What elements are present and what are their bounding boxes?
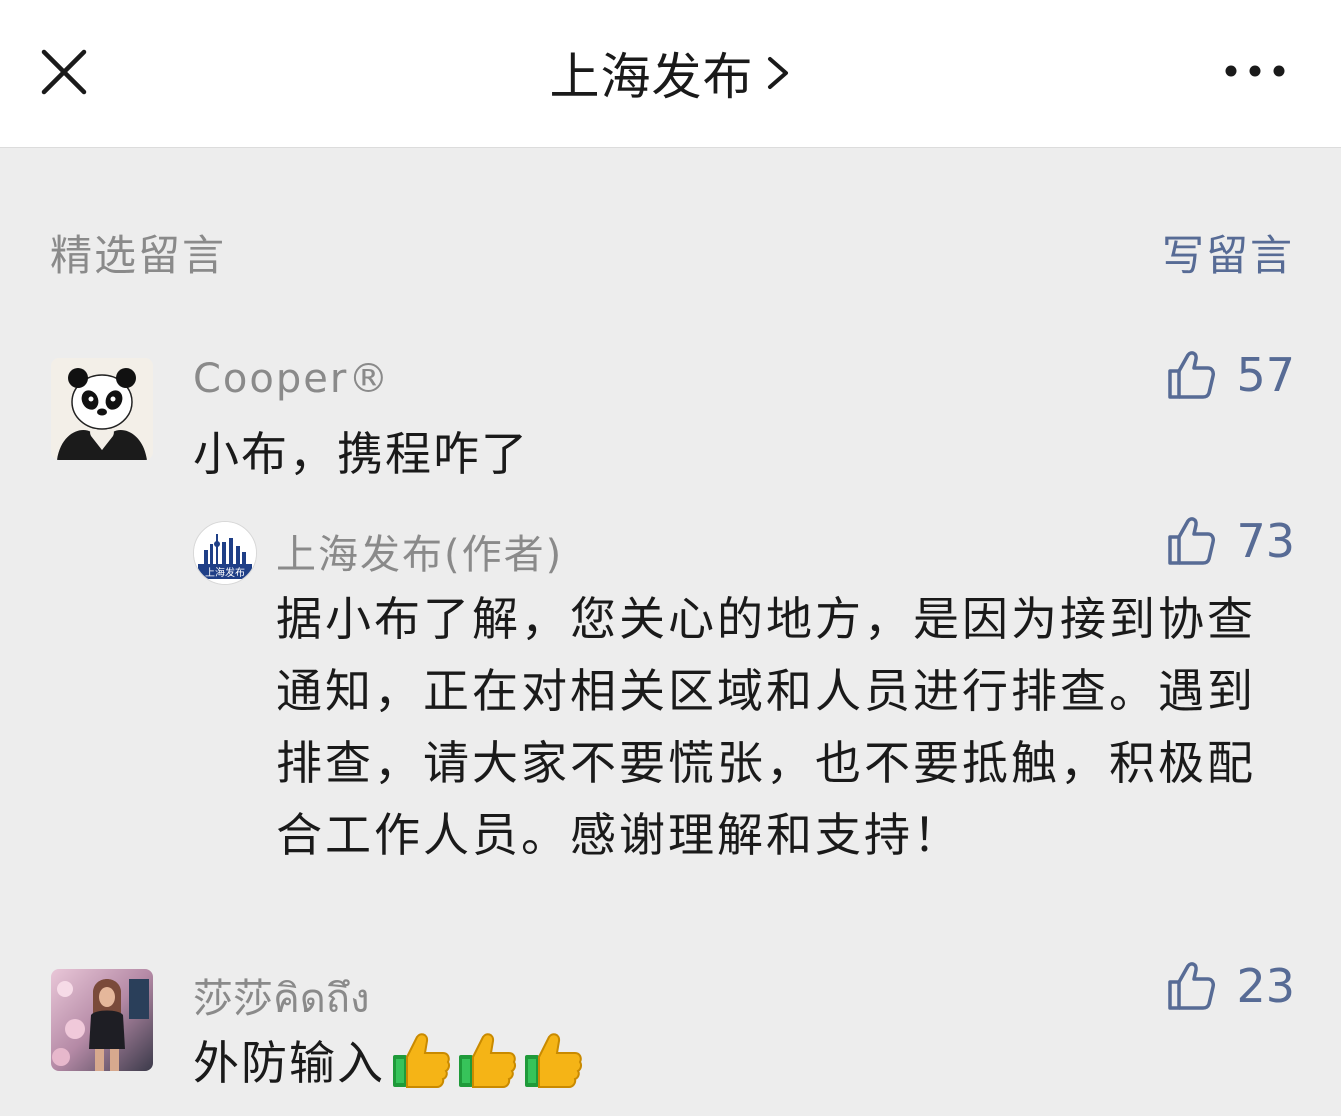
author-reply-text: 据小布了解，您关心的地方，是因为接到协查通知，正在对相关区域和人员进行排查。遇到…	[276, 592, 1256, 862]
svg-text:上海发布: 上海发布	[205, 566, 245, 579]
like-count: 73	[1236, 514, 1295, 568]
comment-text-body: 外防输入	[193, 1036, 385, 1090]
more-button[interactable]	[1222, 58, 1288, 84]
account-title-link[interactable]: 上海发布	[0, 38, 1341, 108]
shanghai-fabu-logo: 上海发布	[193, 521, 257, 585]
thumbs-up-icon	[1168, 517, 1216, 565]
thumbs-up-emoji	[517, 1033, 583, 1090]
comment-text: 小布，携程咋了	[193, 427, 529, 481]
more-icon	[1225, 65, 1285, 77]
thumbs-up-icon	[1168, 351, 1216, 399]
thumbs-up-icon	[1168, 962, 1216, 1010]
chevron-right-icon	[764, 53, 792, 93]
featured-comments-title: 精选留言	[50, 231, 227, 280]
comment-nickname: 莎莎คิดถึง	[193, 976, 370, 1022]
like-button[interactable]: 57	[1166, 348, 1295, 402]
top-bar: 上海发布	[0, 0, 1341, 148]
page-title: 上海发布	[549, 48, 754, 106]
like-button[interactable]: 23	[1166, 959, 1295, 1013]
author-reply-nickname: 上海发布(作者)	[276, 532, 564, 578]
like-count: 23	[1236, 959, 1295, 1013]
write-comment-button[interactable]: 写留言	[1162, 222, 1294, 283]
panda-avatar[interactable]	[51, 358, 153, 460]
like-count: 57	[1236, 348, 1295, 402]
reply-like-button[interactable]: 73	[1166, 514, 1295, 568]
comment-text: 外防输入	[193, 1027, 583, 1099]
user-photo-avatar[interactable]	[51, 969, 153, 1071]
thumbs-up-emoji	[451, 1033, 517, 1090]
thumbs-up-emoji	[385, 1033, 451, 1090]
comment-nickname: Cooper®	[193, 356, 391, 402]
